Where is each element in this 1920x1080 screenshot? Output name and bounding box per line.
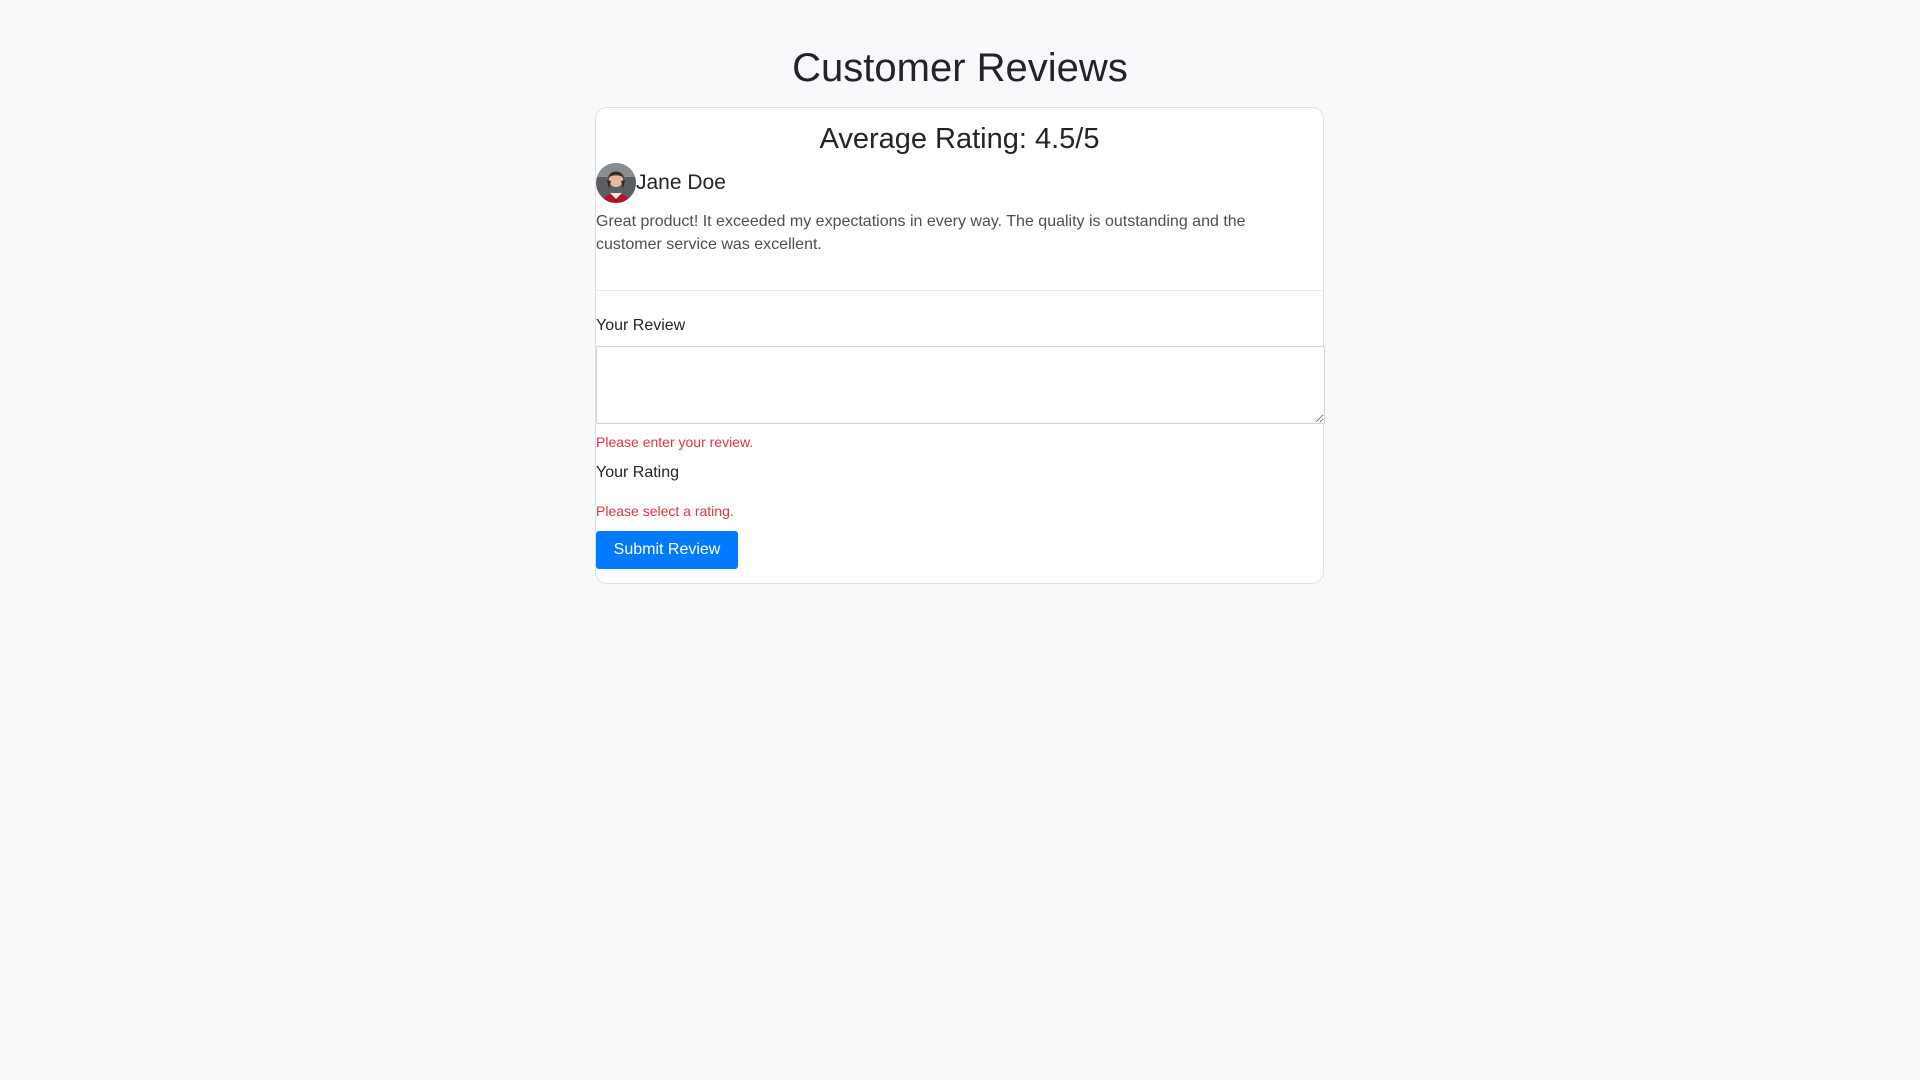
review-header: Jane Doe — [596, 163, 726, 203]
user-avatar-icon — [596, 163, 636, 203]
review-text: Great product! It exceeded my expectatio… — [596, 213, 1246, 253]
reviews-card: Average Rating: 4.5/5 Jane Doe Great pro… — [595, 107, 1325, 584]
page-title: Customer Reviews — [792, 46, 1128, 90]
rating-field-label: Your Rating — [596, 464, 680, 481]
divider — [596, 290, 1323, 291]
rating-error-message: Please select a rating. — [596, 503, 734, 519]
review-textarea[interactable] — [596, 346, 1325, 424]
average-rating: Average Rating: 4.5/5 — [819, 123, 1100, 155]
review-error-message: Please enter your review. — [596, 434, 754, 450]
submit-review-button[interactable]: Submit Review — [596, 531, 738, 569]
avatar — [596, 163, 636, 203]
reviewer-name: Jane Doe — [636, 171, 726, 194]
review-field-label: Your Review — [596, 317, 686, 334]
